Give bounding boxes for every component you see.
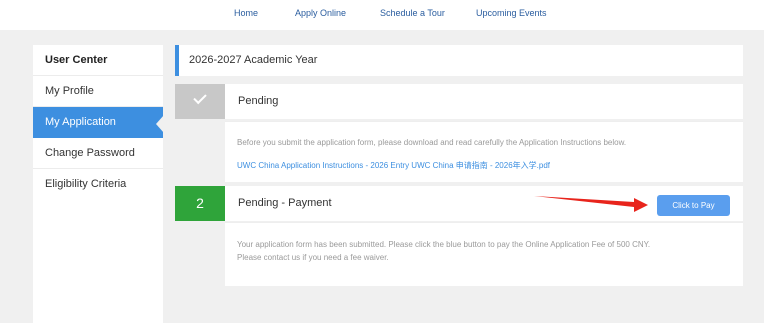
- red-arrow-icon: [534, 196, 648, 212]
- academic-year-header: 2026-2027 Academic Year: [175, 45, 743, 76]
- nav-home-link[interactable]: Home: [234, 8, 258, 18]
- nav-apply-online-link[interactable]: Apply Online: [295, 8, 346, 18]
- checkmark-icon: [193, 90, 207, 105]
- click-to-pay-button[interactable]: Click to Pay: [657, 195, 730, 216]
- nav-upcoming-events-link[interactable]: Upcoming Events: [476, 8, 547, 18]
- sidebar-header: User Center: [33, 45, 163, 76]
- nav-schedule-tour-link[interactable]: Schedule a Tour: [380, 8, 445, 18]
- step-title: Pending: [238, 95, 279, 107]
- step-pending: Pending: [175, 84, 743, 119]
- active-item-pointer: [156, 115, 164, 133]
- payment-instructions-line1: Your application form has been submitted…: [237, 240, 651, 249]
- sidebar-item-change-password[interactable]: Change Password: [33, 138, 163, 169]
- sidebar-item-my-profile[interactable]: My Profile: [33, 76, 163, 107]
- step-title: Pending - Payment: [238, 197, 332, 209]
- top-navigation: Home Apply Online Schedule a Tour Upcomi…: [0, 0, 764, 30]
- step-payment-details: Your application form has been submitted…: [225, 222, 743, 286]
- sidebar-item-eligibility-criteria[interactable]: Eligibility Criteria: [33, 169, 163, 200]
- step-status-box: [175, 84, 225, 119]
- payment-instructions-line2: Please contact us if you need a fee waiv…: [237, 253, 389, 262]
- step-pending-details: Before you submit the application form, …: [225, 121, 743, 182]
- step-number-badge: 2: [175, 186, 225, 221]
- sidebar-item-my-application[interactable]: My Application: [33, 107, 163, 138]
- instructions-text: Before you submit the application form, …: [237, 138, 627, 147]
- application-instructions-link[interactable]: UWC China Application Instructions - 202…: [237, 160, 550, 171]
- user-center-sidebar: User Center My Profile My Application Ch…: [33, 45, 163, 323]
